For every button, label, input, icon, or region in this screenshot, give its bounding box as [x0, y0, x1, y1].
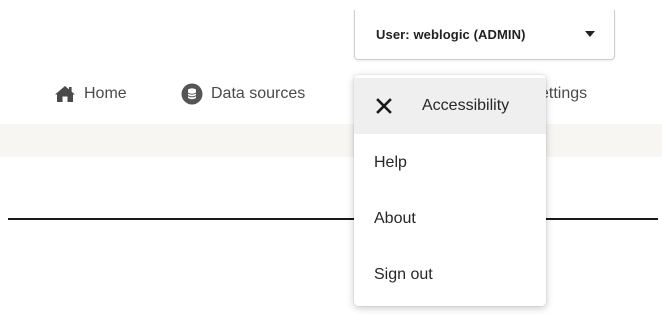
menu-item-sign-out[interactable]: Sign out — [354, 247, 546, 303]
menu-item-accessibility[interactable]: Accessibility — [354, 78, 546, 134]
menu-item-help[interactable]: Help — [354, 135, 546, 191]
menu-item-help-label: Help — [374, 154, 407, 171]
nav-item-settings-label: ettings — [540, 85, 588, 102]
nav-item-settings[interactable]: ettings — [540, 80, 587, 108]
menu-item-about[interactable]: About — [354, 191, 546, 247]
toolbar-band — [0, 124, 662, 157]
close-icon — [376, 98, 392, 114]
user-menu-label: User: weblogic (ADMIN) — [376, 27, 526, 42]
divider — [8, 218, 658, 220]
home-icon — [54, 85, 76, 103]
nav-item-data-sources[interactable]: Data sources — [181, 80, 305, 108]
user-dropdown-menu: Accessibility Help About Sign out — [354, 75, 546, 306]
menu-item-about-label: About — [374, 210, 416, 227]
nav-item-home[interactable]: Home — [54, 80, 127, 108]
nav-item-data-sources-label: Data sources — [211, 85, 306, 102]
caret-down-icon — [585, 31, 595, 37]
menu-item-accessibility-label: Accessibility — [422, 97, 510, 114]
main-nav: Home Data sources ettings — [0, 74, 662, 114]
menu-item-sign-out-label: Sign out — [374, 266, 433, 283]
database-icon — [181, 83, 203, 105]
user-menu-button[interactable]: User: weblogic (ADMIN) — [354, 10, 615, 60]
nav-item-home-label: Home — [84, 85, 127, 102]
